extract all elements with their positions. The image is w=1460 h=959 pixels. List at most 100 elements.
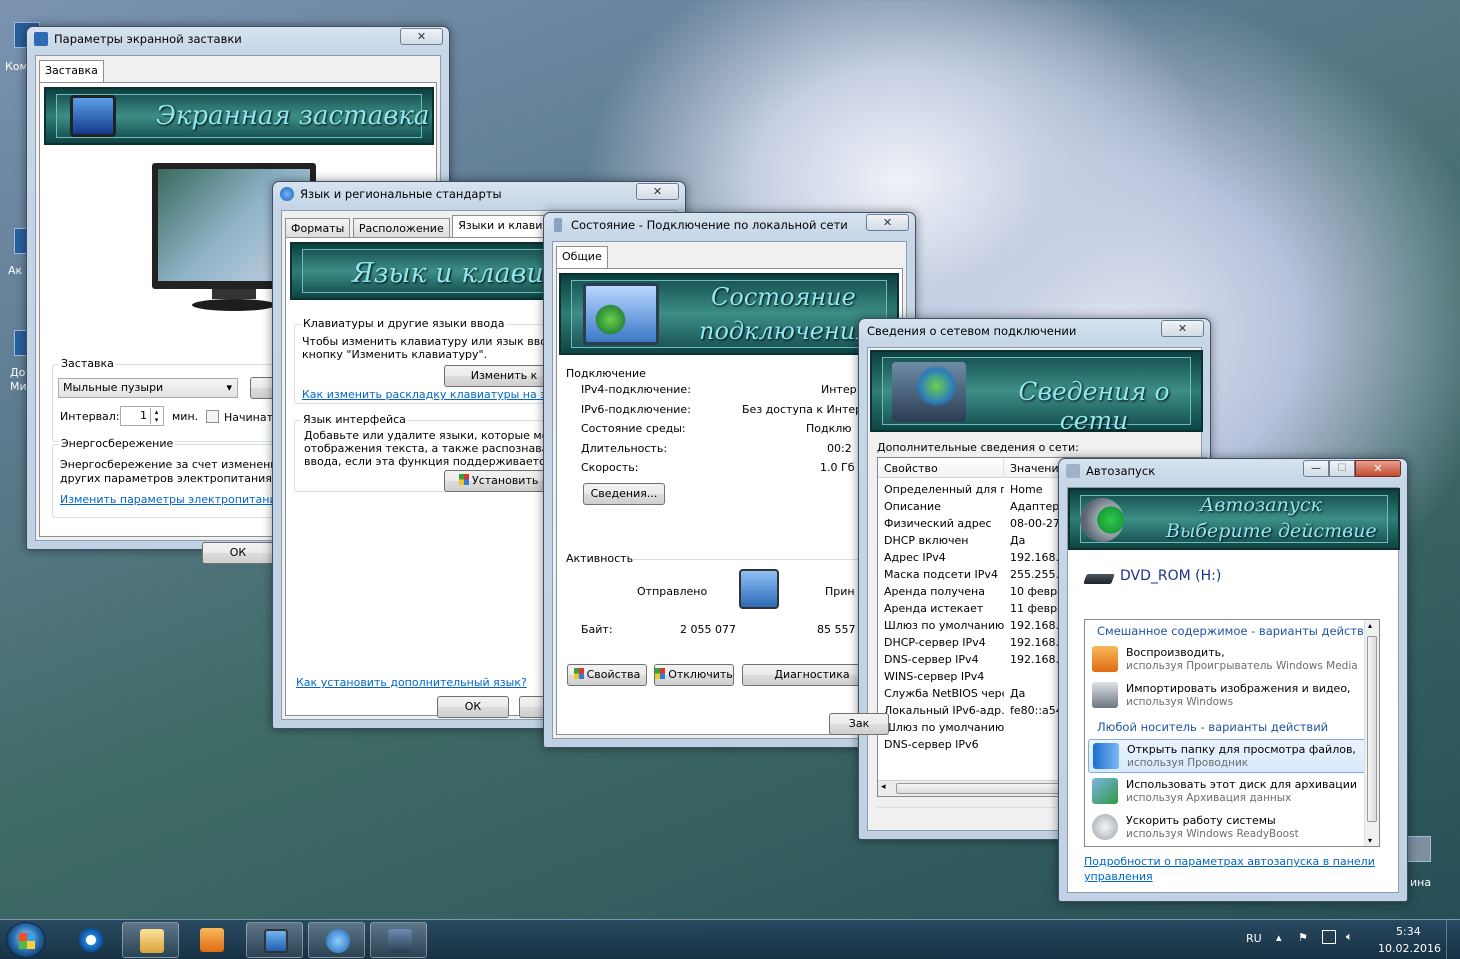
property-cell: Определенный для п... [884,483,1004,496]
ok-button[interactable]: ОК [437,696,509,718]
status-row: IPv6-подключение: Без доступа к Интерн [581,403,870,416]
scroll-thumb[interactable] [1367,636,1377,822]
uac-shield-icon [459,474,469,485]
banner-subtitle: подключения [699,317,872,345]
keyboard-layout-link[interactable]: Как изменить раскладку клавиатуры на экр… [302,388,567,401]
interval-label: Интервал: [60,410,120,423]
title-bar[interactable]: Сведения о сетевом подключении ✕ [859,319,1210,343]
window-title: Язык и региональные стандарты [300,187,502,201]
action-backup[interactable]: Использовать этот диск для архивации исп… [1088,775,1376,809]
autoplay-settings-link[interactable]: Подробности о параметрах автозапуска в п… [1084,855,1375,868]
autoplay-window[interactable]: Автозапуск — ☐ ✕ Автозапуск Выберите дей… [1058,458,1408,902]
ok-button[interactable]: ОК [202,542,274,564]
title-bar[interactable]: Язык и региональные стандарты ✕ [273,182,685,206]
close-button[interactable]: ✕ [636,183,679,200]
desktop-label: ина [1410,876,1432,889]
bytes-received: 85 557 [817,623,856,636]
properties-button[interactable]: Свойства [567,664,647,686]
interval-stepper[interactable]: 1 ▴ ▾ [120,406,164,426]
taskbar-display[interactable] [246,922,303,958]
tab-general[interactable]: Общие [556,246,608,269]
minimize-button[interactable]: — [1303,460,1329,477]
network-tray-icon[interactable] [1322,930,1336,944]
action-center-flag-icon[interactable]: ⚑ [1298,931,1308,944]
window-client: Общие Состояние подключения Подключение … [552,241,907,739]
screensaver-select[interactable]: Мыльные пузыри ▾ [58,378,238,398]
vertical-scrollbar[interactable]: ▴ ▾ [1364,620,1379,846]
column-header-property[interactable]: Свойство [884,462,938,475]
language-indicator[interactable]: RU [1246,932,1262,945]
taskbar-region[interactable] [308,922,365,958]
value-cell: Да [1010,687,1026,700]
tab-bar: Общие [556,246,608,269]
action-play[interactable]: Воспроизводить, используя Проигрыватель … [1088,643,1376,677]
start-button[interactable] [6,922,46,958]
taskbar-network[interactable] [370,922,427,958]
autoplay-settings-link[interactable]: управления [1084,870,1153,883]
show-hidden-icons[interactable]: ▴ [1276,931,1282,944]
value-cell: 08-00-27- [1010,517,1064,530]
close-button[interactable]: ✕ [1355,460,1401,477]
property-cell: Маска подсети IPv4 [884,568,998,581]
tab-panel: Состояние подключения Подключение IPv4-п… [556,268,903,735]
backup-icon [1092,778,1118,804]
banner-subtitle: Выберите действие [1166,520,1377,542]
disable-button[interactable]: Отключить [654,664,734,686]
install-language-link[interactable]: Как установить дополнительный язык? [296,676,527,689]
taskbar-media-player[interactable] [183,922,240,958]
close-dialog-button[interactable]: Зак [829,713,889,735]
connection-rows: IPv4-подключение: Интер IPv6-подключение:… [557,383,902,483]
internet-explorer-icon [79,928,103,952]
sent-label: Отправлено [637,585,708,598]
folder-icon [1093,743,1119,769]
property-cell: Аренда истекает [884,602,984,615]
close-button[interactable]: ✕ [400,28,443,45]
keyboard-text: кнопку "Изменить клавиатуру". [302,348,488,361]
clock-time[interactable]: 5:34 [1396,925,1421,938]
title-bar[interactable]: Состояние - Подключение по локальной сет… [544,213,915,237]
scroll-left-icon[interactable]: ◂ [881,782,886,792]
desktop-label: До [10,366,26,379]
clock-date[interactable]: 10.02.2016 [1378,942,1441,955]
gear-play-icon [1080,498,1124,542]
tab-location[interactable]: Расположение [352,218,450,238]
action-open-folder[interactable]: Открыть папку для просмотра файлов, испо… [1088,739,1376,773]
tab-screensaver[interactable]: Заставка [39,60,104,83]
uac-shield-icon [655,668,666,679]
action-readyboost[interactable]: Ускорить работу системы используя Window… [1088,811,1376,845]
title-bar[interactable]: Автозапуск — ☐ ✕ [1059,459,1407,483]
window-client: Автозапуск Выберите действие DVD_ROM (H:… [1067,487,1400,893]
power-settings-link[interactable]: Изменить параметры электропитания... [60,493,294,506]
status-row: IPv4-подключение: Интер [581,383,857,396]
desktop-icon-recycle-bin[interactable] [1405,836,1431,862]
volume-icon[interactable]: 🔈︎ [1346,930,1353,944]
maximize-button[interactable]: ☐ [1329,460,1355,477]
camera-icon [1092,682,1118,708]
start-checkbox[interactable] [206,410,219,423]
tab-bar: Заставка [39,60,104,83]
value-cell: Да [1010,534,1026,547]
scroll-up-icon[interactable]: ▴ [1368,621,1372,630]
property-cell: WINS-сервер IPv4 [884,670,985,683]
ui-language-text: отображения текста, а также распознавани… [304,442,570,455]
value-cell: 10 февра [1010,585,1064,598]
title-bar[interactable]: Параметры экранной заставки ✕ [27,27,449,51]
tab-bar: Форматы Расположение Языки и клавиатур [285,215,576,238]
close-button[interactable]: ✕ [866,214,909,231]
close-button[interactable]: ✕ [1161,320,1204,337]
dvd-drive-icon [1083,574,1115,584]
show-desktop-button[interactable] [1446,920,1460,959]
actions-list[interactable]: Смешанное содержимое - варианты действ..… [1084,619,1380,847]
ui-language-text: Добавьте или удалите языки, которые могу… [304,429,568,442]
taskbar-explorer[interactable] [122,922,179,958]
tab-formats[interactable]: Форматы [285,218,351,238]
banner-title: Автозапуск [1200,494,1322,516]
status-row: Длительность: 00:2 [581,442,852,455]
spin-arrows-icon: ▴ ▾ [150,408,162,424]
action-import[interactable]: Импортировать изображения и видео, испол… [1088,679,1376,713]
details-button[interactable]: Сведения... [583,483,665,505]
taskbar-ie[interactable] [62,922,119,958]
windows-logo-icon [19,933,35,949]
readyboost-icon [1092,814,1118,840]
scroll-down-icon[interactable]: ▾ [1368,836,1372,845]
